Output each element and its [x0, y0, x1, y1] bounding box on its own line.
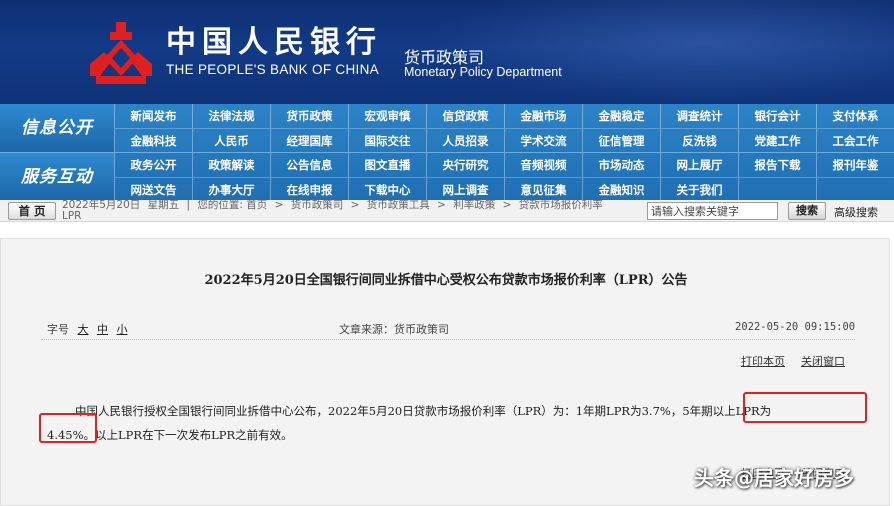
- nav-item[interactable]: 市场动态: [582, 153, 660, 177]
- nav-section-title[interactable]: 服务互动: [0, 153, 114, 201]
- nav-row: 金融科技 人民币 经理国库 国际交往 人员招录 学术交流 征信管理 反洗钱 党建…: [114, 128, 894, 152]
- nav-item[interactable]: 国际交往: [348, 128, 426, 152]
- breadcrumb-separator: >: [350, 200, 360, 211]
- home-button[interactable]: 首 页: [8, 202, 56, 220]
- breadcrumb-link-rate-policy[interactable]: 利率政策: [453, 200, 495, 211]
- nav-grid: 新闻发布 法律法规 货币政策 宏观审慎 信贷政策 金融市场 金融稳定 调查统计 …: [114, 104, 894, 152]
- nav-item[interactable]: 网上调查: [426, 177, 504, 201]
- nav-item[interactable]: 宏观审慎: [348, 104, 426, 128]
- nav-item[interactable]: 货币政策: [270, 104, 348, 128]
- nav-item[interactable]: 金融知识: [582, 177, 660, 201]
- location-label: 您的位置:: [197, 200, 243, 211]
- nav-grid: 政务公开 政策解读 公告信息 图文直播 央行研究 音频视频 市场动态 网上展厅 …: [114, 153, 894, 201]
- nav-item[interactable]: 音频视频: [504, 153, 582, 177]
- advanced-search-link[interactable]: 高级搜索: [834, 204, 878, 220]
- nav-row: 政务公开 政策解读 公告信息 图文直播 央行研究 音频视频 市场动态 网上展厅 …: [114, 153, 894, 177]
- nav-item[interactable]: 政务公开: [114, 153, 192, 177]
- breadcrumb-link-home[interactable]: 首页: [246, 200, 267, 211]
- site-banner: 中国人民银行 THE PEOPLE'S BANK OF CHINA 货币政策司 …: [0, 0, 894, 104]
- font-size-large[interactable]: 大: [78, 323, 89, 336]
- banner-sheen: [420, 0, 894, 104]
- nav-item[interactable]: 金融科技: [114, 128, 192, 152]
- nav-section-info: 信息公开 新闻发布 法律法规 货币政策 宏观审慎 信贷政策 金融市场 金融稳定 …: [0, 104, 894, 152]
- nav-item[interactable]: 金融稳定: [582, 104, 660, 128]
- nav-item[interactable]: 公告信息: [270, 153, 348, 177]
- nav-item[interactable]: 工会工作: [816, 128, 894, 152]
- highlight-box-rate: [39, 413, 97, 443]
- font-size-control: 字号 大 中 小: [47, 321, 128, 337]
- nav-row: 网送文告 办事大厅 在线申报 下载中心 网上调查 意见征集 金融知识 关于我们: [114, 177, 894, 201]
- dept-name-en: Monetary Policy Department: [404, 65, 562, 79]
- font-size-small[interactable]: 小: [117, 323, 128, 336]
- breadcrumb-separator: >: [274, 200, 284, 211]
- nav-item[interactable]: 政策解读: [192, 153, 270, 177]
- nav-item[interactable]: 下载中心: [348, 177, 426, 201]
- breadcrumb-link-dept[interactable]: 货币政策司: [291, 200, 344, 211]
- article-datetime: 2022-05-20 09:15:00: [735, 321, 856, 333]
- current-weekday: 星期五: [147, 200, 180, 211]
- nav-item[interactable]: 反洗钱: [660, 128, 738, 152]
- print-page-link[interactable]: 打印本页: [741, 353, 785, 369]
- main-nav: 信息公开 新闻发布 法律法规 货币政策 宏观审慎 信贷政策 金融市场 金融稳定 …: [0, 104, 894, 201]
- breadcrumb-bar: 首 页 2022年5月20日 星期五 | 您的位置: 首页 > 货币政策司 > …: [0, 200, 894, 222]
- breadcrumb-link-tools[interactable]: 货币政策工具: [367, 200, 430, 211]
- nav-item[interactable]: 调查统计: [660, 104, 738, 128]
- nav-item[interactable]: 办事大厅: [192, 177, 270, 201]
- body-text-part1: 中国人民银行授权全国银行间同业拆借中心公布，2022年5月20日贷款市场报价利率…: [75, 404, 683, 418]
- nav-item[interactable]: 报刊年鉴: [816, 153, 894, 177]
- breadcrumb-link-lpr[interactable]: LPR: [62, 210, 81, 222]
- breadcrumb-separator: >: [502, 200, 512, 211]
- nav-item[interactable]: 央行研究: [426, 153, 504, 177]
- article-title: 2022年5月20日全国银行间同业拆借中心受权公布贷款市场报价利率（LPR）公告: [204, 273, 688, 288]
- search-input[interactable]: [647, 202, 778, 220]
- nav-item[interactable]: 法律法规: [192, 104, 270, 128]
- nav-section-title[interactable]: 信息公开: [0, 104, 114, 152]
- nav-item[interactable]: 意见征集: [504, 177, 582, 201]
- close-window-link[interactable]: 关闭窗口: [801, 353, 845, 369]
- nav-item[interactable]: 银行会计: [738, 104, 816, 128]
- org-name-en: THE PEOPLE'S BANK OF CHINA: [166, 62, 379, 77]
- search-button[interactable]: 搜索: [788, 202, 826, 220]
- font-size-medium[interactable]: 中: [97, 323, 108, 336]
- nav-item[interactable]: 征信管理: [582, 128, 660, 152]
- highlight-box-5y-lpr: [743, 392, 867, 423]
- article-source: 文章来源：货币政策司: [339, 323, 449, 336]
- breadcrumb-separator: |: [186, 200, 190, 211]
- org-name-cn: 中国人民银行: [166, 25, 382, 60]
- nav-item-empty: [816, 177, 894, 201]
- watermark: 头条@居家好房多: [694, 466, 854, 490]
- nav-item[interactable]: 图文直播: [348, 153, 426, 177]
- breadcrumb-separator: >: [437, 200, 446, 211]
- nav-item[interactable]: 网上展厅: [660, 153, 738, 177]
- nav-item[interactable]: 金融市场: [504, 104, 582, 128]
- nav-row: 新闻发布 法律法规 货币政策 宏观审慎 信贷政策 金融市场 金融稳定 调查统计 …: [114, 104, 894, 128]
- nav-item[interactable]: 人员招录: [426, 128, 504, 152]
- nav-item[interactable]: 网送文告: [114, 177, 192, 201]
- nav-item[interactable]: 报告下载: [738, 153, 816, 177]
- nav-item[interactable]: 在线申报: [270, 177, 348, 201]
- nav-item[interactable]: 党建工作: [738, 128, 816, 152]
- font-size-label: 字号: [47, 323, 69, 336]
- pboc-emblem-icon[interactable]: [86, 20, 156, 86]
- nav-item-empty: [738, 177, 816, 201]
- body-text-part2: 以上LPR在下一次发布LPR之前有效。: [95, 428, 293, 442]
- nav-section-service: 服务互动 政务公开 政策解读 公告信息 图文直播 央行研究 音频视频 市场动态 …: [0, 152, 894, 201]
- breadcrumb-link-lpr-rate[interactable]: 贷款市场报价利率: [519, 200, 603, 211]
- nav-item[interactable]: 新闻发布: [114, 104, 192, 128]
- nav-item[interactable]: 人民币: [192, 128, 270, 152]
- nav-item[interactable]: 支付体系: [816, 104, 894, 128]
- nav-item[interactable]: 学术交流: [504, 128, 582, 152]
- breadcrumb: 2022年5月20日 星期五 | 您的位置: 首页 > 货币政策司 > 货币政策…: [62, 200, 640, 222]
- nav-item[interactable]: 经理国库: [270, 128, 348, 152]
- meta-divider: [41, 339, 855, 340]
- nav-item[interactable]: 关于我们: [660, 177, 738, 201]
- nav-item[interactable]: 信贷政策: [426, 104, 504, 128]
